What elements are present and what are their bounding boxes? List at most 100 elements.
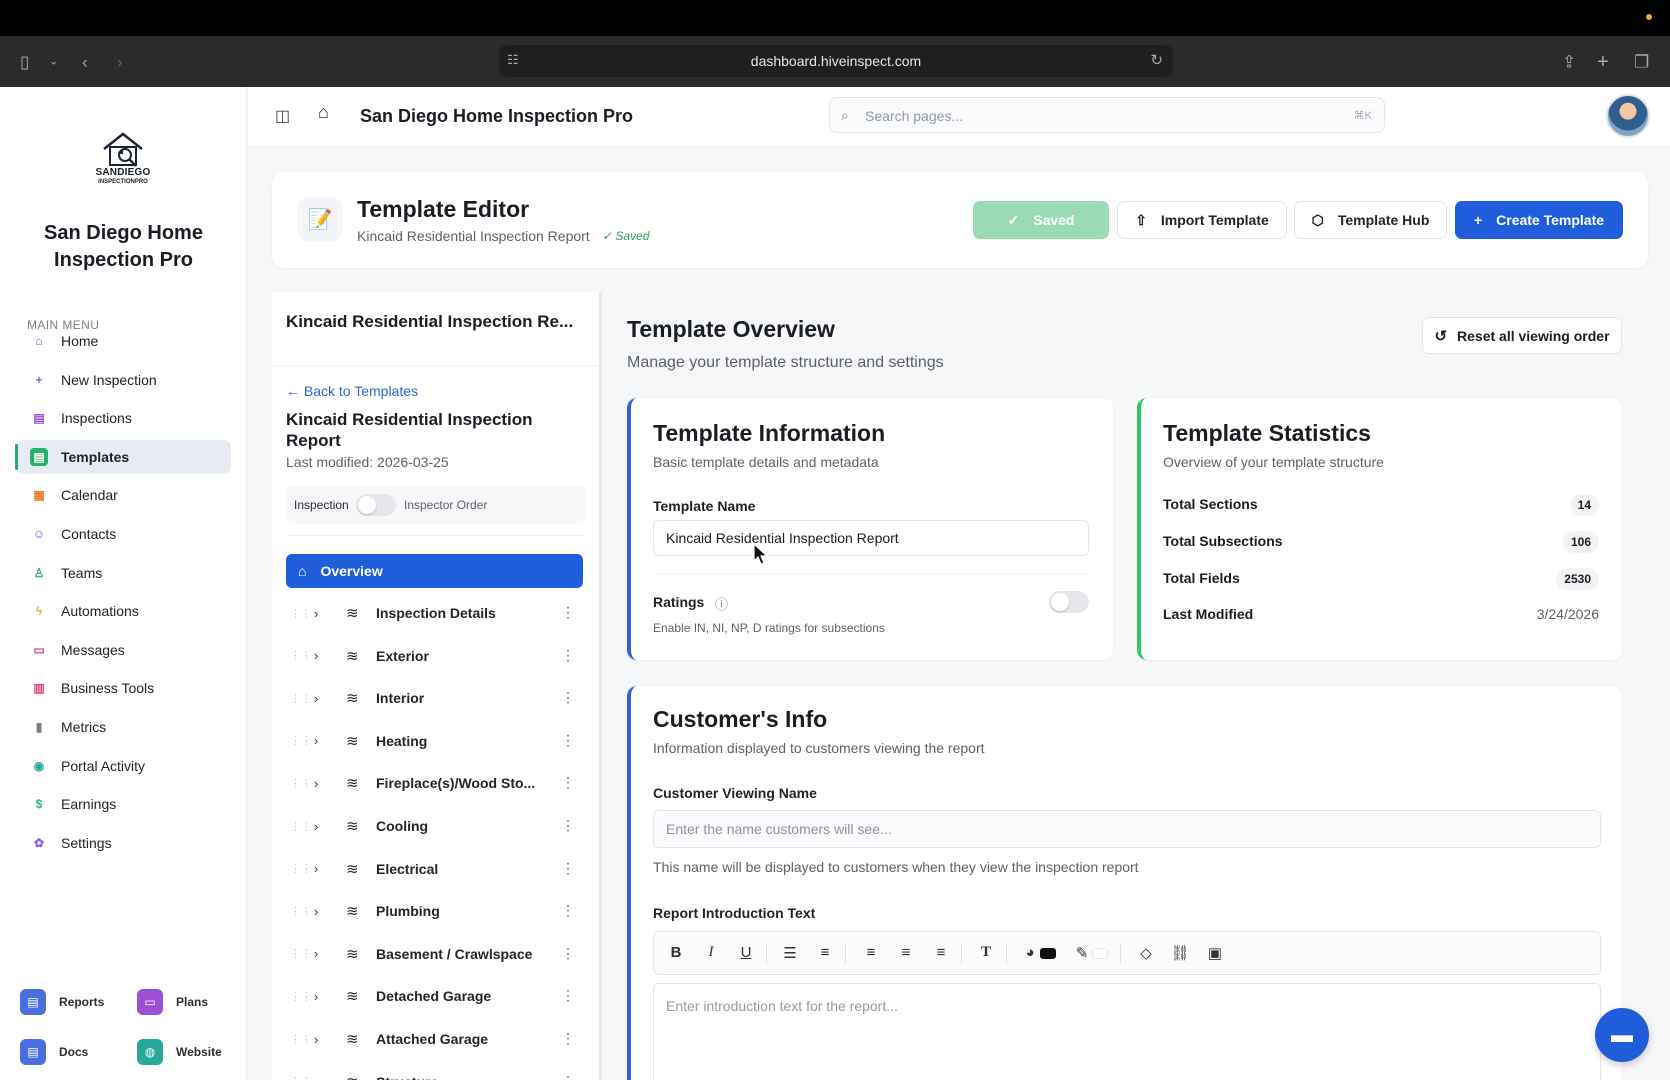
more-options-icon[interactable]: ⋮ bbox=[561, 774, 575, 791]
website-button[interactable]: ◍ Website bbox=[137, 1037, 222, 1067]
order-toggle-switch[interactable] bbox=[356, 494, 396, 516]
chevron-right-icon[interactable]: › bbox=[314, 989, 334, 1004]
chevron-right-icon[interactable]: › bbox=[314, 904, 334, 919]
italic-icon[interactable]: I bbox=[701, 944, 721, 961]
chevron-right-icon[interactable]: › bbox=[314, 946, 334, 961]
sidebar-item-settings[interactable]: ✿ Settings bbox=[17, 826, 231, 860]
sidebar-item-metrics[interactable]: ▮ Metrics bbox=[17, 710, 231, 744]
more-options-icon[interactable]: ⋮ bbox=[561, 902, 575, 919]
chevron-right-icon[interactable]: › bbox=[314, 1032, 334, 1047]
bullet-list-icon[interactable]: ☰ bbox=[780, 944, 800, 962]
chevron-right-icon[interactable]: › bbox=[314, 606, 334, 621]
saved-button[interactable]: ✓ Saved bbox=[973, 201, 1109, 239]
numbered-list-icon[interactable]: ≡ bbox=[815, 944, 835, 961]
chevron-right-icon[interactable]: › bbox=[314, 691, 334, 706]
chat-support-button[interactable]: ▬ bbox=[1595, 1008, 1649, 1062]
reload-icon[interactable]: ↻ bbox=[1150, 51, 1163, 69]
more-options-icon[interactable]: ⋮ bbox=[561, 647, 575, 664]
chevron-right-icon[interactable]: › bbox=[314, 861, 334, 876]
share-icon[interactable]: ⇪ bbox=[1562, 53, 1576, 70]
more-options-icon[interactable]: ⋮ bbox=[561, 1073, 575, 1080]
ratings-toggle-switch[interactable] bbox=[1049, 591, 1089, 613]
sidebar-item-new-inspection[interactable]: + New Inspection bbox=[17, 363, 231, 397]
tabs-overview-icon[interactable]: ❐ bbox=[1634, 53, 1649, 70]
align-center-icon[interactable]: ≡ bbox=[896, 944, 916, 961]
drag-handle-icon[interactable]: ⋮⋮ bbox=[290, 777, 312, 790]
drag-handle-icon[interactable]: ⋮⋮ bbox=[290, 1033, 312, 1046]
sidebar-item-teams[interactable]: ♙ Teams bbox=[17, 556, 231, 590]
text-color-swatch[interactable] bbox=[1040, 948, 1056, 959]
section-row[interactable]: ⋮⋮ › ≋ Basement / Crawlspace ⋮ bbox=[286, 937, 583, 971]
address-bar[interactable]: ☷ dashboard.hiveinspect.com ↻ bbox=[499, 45, 1173, 77]
sidebar-toggle-icon[interactable]: ▯ bbox=[20, 53, 29, 70]
drag-handle-icon[interactable]: ⋮⋮ bbox=[290, 990, 312, 1003]
more-options-icon[interactable]: ⋮ bbox=[561, 689, 575, 706]
template-hub-button[interactable]: ⬡ Template Hub bbox=[1294, 201, 1447, 239]
image-icon[interactable]: ▣ bbox=[1205, 944, 1225, 962]
drag-handle-icon[interactable]: ⋮⋮ bbox=[290, 905, 312, 918]
section-row[interactable]: ⋮⋮ › ≋ Exterior ⋮ bbox=[286, 639, 583, 673]
reports-button[interactable]: ▤ Reports bbox=[20, 987, 104, 1017]
import-template-button[interactable]: ⇧ Import Template bbox=[1117, 201, 1287, 239]
avatar[interactable] bbox=[1606, 94, 1650, 138]
docs-button[interactable]: ▤ Docs bbox=[20, 1037, 88, 1067]
forward-arrow-icon[interactable]: › bbox=[117, 53, 123, 70]
chevron-right-icon[interactable]: › bbox=[314, 776, 334, 791]
section-row[interactable]: ⋮⋮ › ≋ Detached Garage ⋮ bbox=[286, 979, 583, 1013]
sidebar-item-templates[interactable]: ▤ Templates bbox=[15, 439, 231, 474]
chevron-right-icon[interactable]: › bbox=[314, 819, 334, 834]
sidebar-item-calendar[interactable]: ▦ Calendar bbox=[17, 478, 231, 512]
highlight-color-swatch[interactable] bbox=[1092, 948, 1108, 959]
sidebar-item-messages[interactable]: ▭ Messages bbox=[17, 633, 231, 667]
overview-nav-item[interactable]: ⌂ Overview bbox=[286, 554, 583, 588]
section-row[interactable]: ⋮⋮ › ≋ Inspection Details ⋮ bbox=[286, 596, 583, 630]
section-row[interactable]: ⋮⋮ › ≋ Electrical ⋮ bbox=[286, 852, 583, 886]
template-name-input[interactable]: Kincaid Residential Inspection Report bbox=[653, 520, 1089, 556]
plans-button[interactable]: ▭ Plans bbox=[137, 987, 208, 1017]
palette-icon[interactable]: ◕ bbox=[1020, 944, 1040, 961]
section-row[interactable]: ⋮⋮ › ≋ Heating ⋮ bbox=[286, 724, 583, 758]
sidebar-item-automations[interactable]: ϟ Automations bbox=[17, 594, 231, 628]
more-options-icon[interactable]: ⋮ bbox=[561, 817, 575, 834]
drag-handle-icon[interactable]: ⋮⋮ bbox=[290, 1075, 312, 1080]
section-row[interactable]: ⋮⋮ › ≋ Attached Garage ⋮ bbox=[286, 1022, 583, 1056]
section-row[interactable]: ⋮⋮ › ≋ Fireplace(s)/Wood Sto... ⋮ bbox=[286, 766, 583, 800]
eraser-icon[interactable]: ◇ bbox=[1136, 944, 1156, 962]
sidebar-collapse-icon[interactable]: ◫ bbox=[275, 106, 290, 126]
more-options-icon[interactable]: ⋮ bbox=[561, 860, 575, 877]
sidebar-item-earnings[interactable]: $ Earnings bbox=[17, 787, 231, 821]
drag-handle-icon[interactable]: ⋮⋮ bbox=[290, 734, 312, 747]
more-options-icon[interactable]: ⋮ bbox=[561, 987, 575, 1004]
chevron-right-icon[interactable]: › bbox=[314, 733, 334, 748]
more-options-icon[interactable]: ⋮ bbox=[561, 945, 575, 962]
more-options-icon[interactable]: ⋮ bbox=[561, 1030, 575, 1047]
back-arrow-icon[interactable]: ‹ bbox=[82, 53, 88, 70]
more-options-icon[interactable]: ⋮ bbox=[561, 732, 575, 749]
search-input[interactable]: ⌕ Search pages... ⌘K bbox=[829, 97, 1385, 133]
info-icon[interactable]: ⓘ bbox=[715, 594, 728, 613]
chevron-right-icon[interactable]: › bbox=[314, 648, 334, 663]
sidebar-item-inspections[interactable]: ▤ Inspections bbox=[17, 401, 231, 435]
drag-handle-icon[interactable]: ⋮⋮ bbox=[290, 649, 312, 662]
section-row[interactable]: ⋮⋮› ≋ Structure ⋮ bbox=[286, 1065, 583, 1080]
sidebar-item-business-tools[interactable]: ▥ Business Tools bbox=[17, 671, 231, 705]
drag-handle-icon[interactable]: ⋮⋮ bbox=[290, 607, 312, 620]
report-introduction-editor[interactable]: Enter introduction text for the report..… bbox=[653, 983, 1601, 1080]
align-right-icon[interactable]: ≡ bbox=[931, 944, 951, 961]
bold-icon[interactable]: B bbox=[666, 944, 686, 961]
more-options-icon[interactable]: ⋮ bbox=[561, 604, 575, 621]
drag-handle-icon[interactable]: ⋮⋮ bbox=[290, 820, 312, 833]
customer-viewing-name-input[interactable]: Enter the name customers will see... bbox=[653, 810, 1601, 848]
new-tab-icon[interactable]: + bbox=[1597, 52, 1609, 72]
section-row[interactable]: ⋮⋮ › ≋ Cooling ⋮ bbox=[286, 809, 583, 843]
section-row[interactable]: ⋮⋮ › ≋ Interior ⋮ bbox=[286, 681, 583, 715]
create-template-button[interactable]: + Create Template bbox=[1455, 201, 1623, 239]
back-to-templates-link[interactable]: ← Back to Templates bbox=[286, 383, 418, 399]
drag-handle-icon[interactable]: ⋮⋮ bbox=[290, 692, 312, 705]
highlighter-icon[interactable]: ✎ bbox=[1072, 944, 1092, 962]
drag-handle-icon[interactable]: ⋮⋮ bbox=[290, 862, 312, 875]
underline-icon[interactable]: U bbox=[736, 944, 756, 961]
chevron-right-icon[interactable]: › bbox=[314, 1074, 334, 1080]
link-icon[interactable]: ⛓ bbox=[1170, 944, 1190, 962]
text-format-icon[interactable]: T bbox=[976, 944, 996, 961]
